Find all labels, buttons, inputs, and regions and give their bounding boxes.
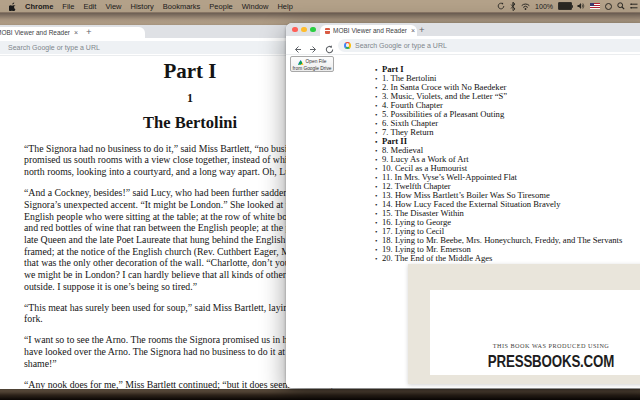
reload-icon[interactable] (325, 40, 334, 49)
toc-item[interactable]: 20. The End of the Middle Ages (375, 254, 622, 263)
wifi-icon[interactable] (521, 3, 530, 10)
open-file-line2: from Google Drive (291, 66, 333, 73)
front-content: Open File from Google Drive Part I1. The… (286, 55, 640, 388)
menu-item[interactable]: File (62, 2, 74, 11)
front-tab-close-icon[interactable]: × (411, 27, 415, 34)
produced-text: THIS BOOK WAS PRODUCED USING (444, 342, 640, 349)
close-window-button[interactable] (292, 27, 298, 33)
siri-icon[interactable] (605, 3, 612, 10)
front-new-tab-button[interactable]: + (419, 25, 425, 35)
cover-inner-page: THIS BOOK WAS PRODUCED USING PRESSBOOKS.… (430, 290, 640, 375)
bluetooth-icon[interactable] (510, 2, 516, 11)
toc-list: Part I1. The Bertolini2. In Santa Croce … (375, 65, 622, 264)
google-drive-icon (298, 60, 304, 65)
menu-item[interactable]: People (209, 2, 232, 11)
front-tab[interactable]: MOBI Viewer and Reader × (320, 25, 417, 36)
open-file-button[interactable]: Open File from Google Drive (290, 56, 334, 72)
front-toolbar: Search Google or type a URL (286, 36, 640, 55)
zoom-window-button[interactable] (310, 27, 316, 33)
menu-item[interactable]: Help (277, 2, 292, 11)
menu-item[interactable]: Window (242, 2, 269, 11)
window-controls (292, 27, 316, 33)
open-file-line1: Open File (306, 59, 327, 66)
menu-items: Chrome File Edit View History Bookmarks People… (25, 2, 302, 11)
menu-item[interactable]: View (105, 2, 121, 11)
menu-item[interactable]: Chrome (25, 2, 53, 11)
minimize-window-button[interactable] (301, 27, 307, 33)
front-browser-window: MOBI Viewer and Reader × + Search Google… (286, 23, 640, 388)
forward-nav-icon[interactable] (309, 40, 318, 49)
menu-bar: Chrome File Edit View History Bookmarks People… (0, 0, 640, 12)
menu-item[interactable]: Edit (83, 2, 96, 11)
volume-icon[interactable] (577, 2, 585, 10)
front-tab-bar: MOBI Viewer and Reader × + (286, 23, 640, 36)
back-nav-icon[interactable] (293, 40, 302, 49)
front-address-placeholder: Search Google or type a URL (355, 42, 447, 49)
sync-icon[interactable] (497, 2, 505, 10)
notification-center-icon[interactable] (630, 2, 638, 10)
us-flag-icon[interactable] (590, 3, 600, 9)
spotlight-icon[interactable] (617, 2, 625, 10)
status-icons: 100% (497, 0, 640, 12)
front-tab-title: MOBI Viewer and Reader (333, 27, 407, 34)
back-new-tab-button[interactable]: + (86, 27, 92, 37)
back-tab[interactable]: MOBI Viewer and Reader × (0, 27, 145, 38)
book-back-cover: THIS BOOK WAS PRODUCED USING PRESSBOOKS.… (408, 264, 640, 384)
battery-percentage: 100% (535, 3, 553, 10)
menu-item[interactable]: Bookmarks (163, 2, 201, 11)
back-address-placeholder: Search Google or type a URL (8, 44, 100, 51)
toc-item[interactable]: 7. They Return (375, 128, 622, 137)
front-address-bar[interactable]: Search Google or type a URL (338, 39, 640, 52)
google-g-icon (344, 42, 351, 49)
desktop: Chrome File Edit View History Bookmarks People… (0, 0, 640, 400)
mobi-favicon (325, 28, 330, 34)
menu-item[interactable]: History (131, 2, 154, 11)
apple-icon[interactable] (9, 2, 16, 11)
back-tab-close-icon[interactable]: × (74, 29, 78, 36)
back-tab-title: MOBI Viewer and Reader (0, 29, 70, 36)
battery-icon[interactable] (558, 2, 572, 10)
pressbooks-brand: PRESSBOOKS.COM (453, 352, 640, 370)
